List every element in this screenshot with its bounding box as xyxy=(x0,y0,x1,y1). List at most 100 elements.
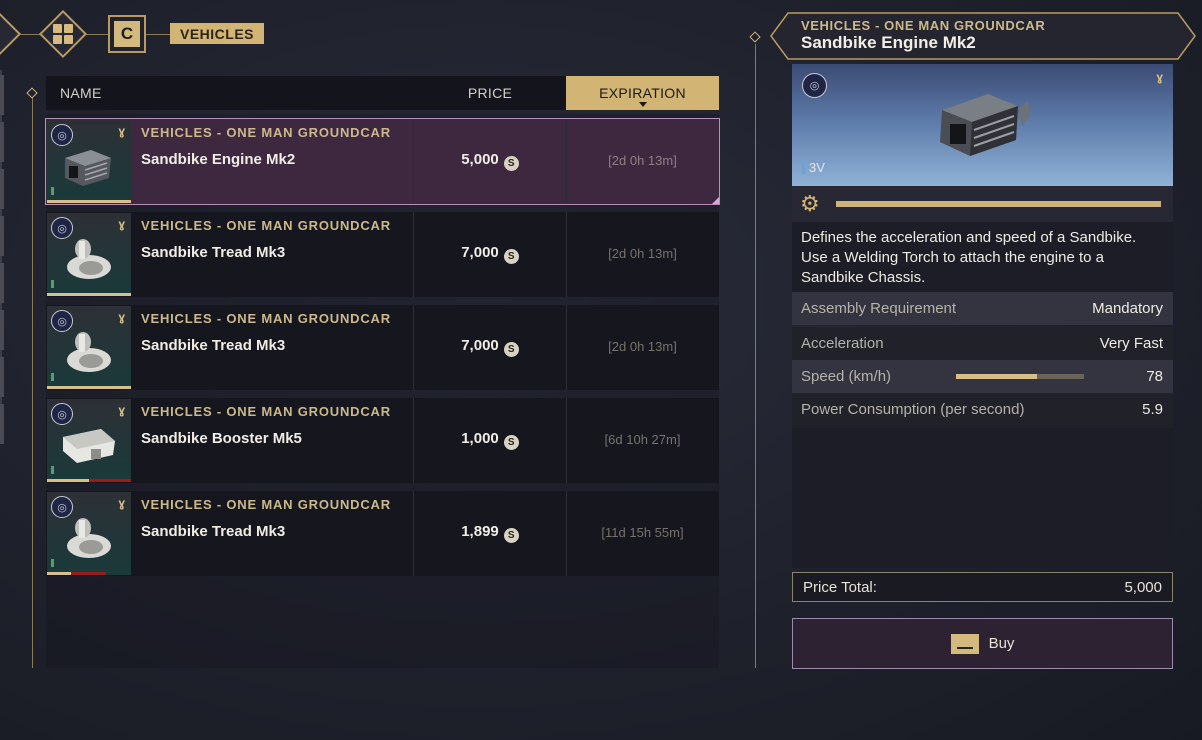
detail-panel-body xyxy=(792,428,1173,568)
left-side-tab[interactable] xyxy=(0,75,4,115)
column-price-header[interactable]: PRICE xyxy=(414,76,566,110)
left-side-tab[interactable] xyxy=(0,310,4,350)
item-price: 5,000 S xyxy=(414,151,566,171)
detail-category: VEHICLES - ONE MAN GROUNDCAR xyxy=(801,18,1046,33)
listing-row[interactable]: ◎ ɣ VEHICLES - ONE MAN GROUNDCAR Sandbike B… xyxy=(46,398,719,483)
quality-marker xyxy=(51,373,54,381)
item-name: Sandbike Tread Mk3 xyxy=(141,523,286,540)
category-key-hint[interactable]: C xyxy=(108,15,146,53)
selected-corner-icon xyxy=(712,197,719,204)
detail-header: VEHICLES - ONE MAN GROUNDCAR Sandbike En… xyxy=(770,12,1196,60)
stat-label: Speed (km/h) xyxy=(801,368,892,385)
item-art xyxy=(61,330,117,374)
buy-button[interactable]: Buy xyxy=(792,618,1173,669)
buy-key-hint-icon xyxy=(950,633,979,654)
grid-icon xyxy=(53,24,73,44)
breadcrumb-vehicles[interactable]: VEHICLES xyxy=(170,23,265,44)
faction-badge-icon: ◎ xyxy=(51,403,73,425)
item-thumbnail: ◎ ɣ xyxy=(47,492,131,575)
column-name-header[interactable]: NAME xyxy=(60,76,102,110)
tier-icon: ɣ xyxy=(118,217,125,231)
item-art xyxy=(61,144,117,188)
listing-row[interactable]: ◎ ɣ VEHICLES - ONE MAN GROUNDCAR Sandbike T… xyxy=(46,212,719,297)
left-side-tab[interactable] xyxy=(0,357,4,397)
quality-marker xyxy=(51,559,54,567)
condition-bar xyxy=(47,386,131,389)
key-c-label: C xyxy=(114,21,140,47)
condition-bar xyxy=(47,200,131,203)
left-side-tab[interactable] xyxy=(0,169,4,209)
item-price: 1,000 S xyxy=(414,430,566,450)
tier-icon: ɣ xyxy=(118,496,125,510)
listing-row[interactable]: ◎ ɣ VEHICLES - ONE MAN GROUNDCAR Sandbike E… xyxy=(45,118,720,205)
speed-fill xyxy=(956,374,1037,379)
item-category: VEHICLES - ONE MAN GROUNDCAR xyxy=(141,125,391,140)
left-side-tab[interactable] xyxy=(0,216,4,256)
quality-marker xyxy=(51,280,54,288)
faction-badge-icon: ◎ xyxy=(802,73,827,98)
item-art xyxy=(61,237,117,281)
item-category: VEHICLES - ONE MAN GROUNDCAR xyxy=(141,218,391,233)
durability-bar: ⚙ xyxy=(792,186,1173,222)
stat-value: 78 xyxy=(1146,368,1163,385)
item-thumbnail: ◎ ɣ xyxy=(47,306,131,389)
left-side-tab[interactable] xyxy=(0,263,4,303)
price-total-label: Price Total: xyxy=(803,579,877,596)
condition-bar xyxy=(47,293,131,296)
item-price: 1,899 S xyxy=(414,523,566,543)
item-name: Sandbike Engine Mk2 xyxy=(141,151,296,168)
left-side-tab[interactable] xyxy=(0,404,4,444)
item-category: VEHICLES - ONE MAN GROUNDCAR xyxy=(141,497,391,512)
item-art xyxy=(61,423,117,467)
column-expiration-header[interactable]: EXPIRATION xyxy=(566,76,719,110)
item-name: Sandbike Booster Mk5 xyxy=(141,430,302,447)
stat-value: Mandatory xyxy=(1092,300,1163,317)
price-value: 1,000 xyxy=(461,430,499,447)
solari-coin-icon: S xyxy=(503,156,519,171)
tier-icon: ɣ xyxy=(118,403,125,417)
quality-marker xyxy=(51,187,54,195)
item-description: Defines the acceleration and speed of a … xyxy=(792,222,1173,292)
solari-coin-icon: S xyxy=(503,249,519,264)
faction-badge-icon: ◎ xyxy=(51,310,73,332)
listing-row[interactable]: ◎ ɣ VEHICLES - ONE MAN GROUNDCAR Sandbike T… xyxy=(46,491,719,576)
panel-divider-line xyxy=(755,44,756,668)
wear-bar xyxy=(89,479,131,482)
condition-bar xyxy=(47,479,89,482)
faction-badge-icon: ◎ xyxy=(51,124,73,146)
item-price: 7,000 S xyxy=(414,337,566,357)
tier-icon: ɣ xyxy=(118,310,125,324)
stat-label: Power Consumption (per second) xyxy=(801,401,1025,418)
faction-badge-icon: ◎ xyxy=(51,217,73,239)
stat-assembly-requirement: Assembly Requirement Mandatory xyxy=(792,292,1173,325)
sort-descending-icon xyxy=(638,102,647,107)
solari-coin-icon: S xyxy=(503,528,519,543)
back-button[interactable] xyxy=(0,9,22,59)
item-name: Sandbike Tread Mk3 xyxy=(141,244,286,261)
price-total: Price Total: 5,000 xyxy=(792,572,1173,602)
stat-value: 5.9 xyxy=(1142,401,1163,418)
engine-art xyxy=(940,94,1030,156)
price-total-value: 5,000 xyxy=(1124,579,1162,596)
wear-bar xyxy=(71,572,106,575)
buy-label: Buy xyxy=(988,635,1015,652)
item-thumbnail: ◎ ɣ xyxy=(47,213,131,296)
item-category: VEHICLES - ONE MAN GROUNDCAR xyxy=(141,404,391,419)
tier-icon: ɣ xyxy=(118,124,125,138)
stat-label: Acceleration xyxy=(801,335,884,352)
item-volume: 3V xyxy=(802,160,825,175)
item-preview: ◎ ɣ 3V xyxy=(792,64,1173,186)
item-expiration: [2d 0h 13m] xyxy=(608,153,677,168)
item-expiration: [2d 0h 13m] xyxy=(608,339,677,354)
left-side-tab[interactable] xyxy=(0,122,4,162)
faction-badge-icon: ◎ xyxy=(51,496,73,518)
price-value: 1,899 xyxy=(461,523,499,540)
condition-bar xyxy=(47,572,71,575)
stat-speed: Speed (km/h) 78 xyxy=(792,360,1173,393)
listing-row[interactable]: ◎ ɣ VEHICLES - ONE MAN GROUNDCAR Sandbike T… xyxy=(46,305,719,390)
detail-item-name: Sandbike Engine Mk2 xyxy=(801,33,976,52)
category-grid-button[interactable] xyxy=(38,9,88,59)
divider-diamond xyxy=(26,87,38,99)
item-thumbnail: ◎ ɣ xyxy=(47,120,131,203)
price-value: 5,000 xyxy=(461,151,499,168)
